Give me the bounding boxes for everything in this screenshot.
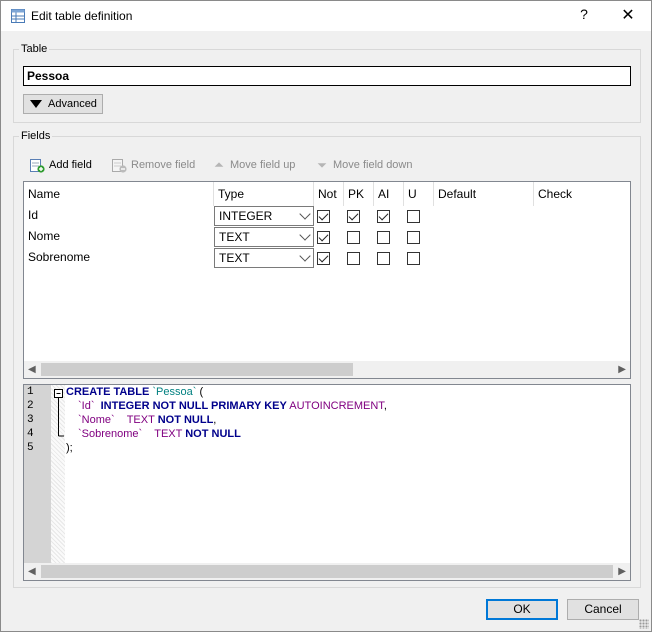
unique-checkbox[interactable]	[407, 231, 420, 244]
chevron-down-icon	[299, 229, 311, 241]
sql-keyword: NOT NULL	[157, 414, 214, 426]
sql-identifier: `Sobrenome`	[78, 428, 143, 440]
sql-text: ,	[213, 414, 217, 426]
help-button[interactable]: ?	[573, 6, 595, 26]
move-field-up-label: Move field up	[230, 159, 296, 171]
field-type-select[interactable]: TEXT	[214, 227, 314, 247]
arrow-down-icon	[317, 163, 327, 168]
table-row[interactable]: Sobrenome TEXT	[24, 247, 630, 268]
pk-checkbox[interactable]	[347, 252, 360, 265]
ok-button[interactable]: OK	[486, 599, 558, 620]
not-null-checkbox[interactable]	[317, 252, 330, 265]
not-null-checkbox[interactable]	[317, 210, 330, 223]
line-number-gutter: 1 2 3 4 5	[24, 385, 51, 563]
line-number: 2	[27, 400, 34, 412]
advanced-button[interactable]: Advanced	[23, 94, 103, 114]
sql-line-2: `Id` INTEGER NOT NULL PRIMARY KEY AUTOIN…	[78, 400, 387, 412]
fields-group-label: Fields	[19, 130, 53, 142]
scroll-left-icon[interactable]: ◀	[28, 364, 36, 375]
add-field-icon	[30, 159, 45, 173]
sql-line-1: CREATE TABLE `Pessoa` (	[66, 386, 203, 398]
window-title: Edit table definition	[31, 9, 133, 23]
column-header-ai[interactable]: AI	[374, 182, 404, 206]
line-number: 5	[27, 442, 34, 454]
field-type-value: TEXT	[219, 230, 250, 244]
remove-field-label: Remove field	[131, 159, 196, 171]
sql-identifier: `Pessoa`	[152, 386, 197, 398]
column-header-u[interactable]: U	[404, 182, 434, 206]
edit-table-dialog: Edit table definition ? ✕ Table Pessoa A…	[0, 0, 652, 632]
unique-checkbox[interactable]	[407, 252, 420, 265]
table-row[interactable]: Nome TEXT	[24, 226, 630, 247]
line-number: 3	[27, 414, 34, 426]
table-group	[13, 49, 641, 123]
fields-grid[interactable]: Name Type Not PK AI U Default Check Id I…	[23, 181, 631, 379]
sql-line-5: );	[66, 442, 73, 454]
column-header-pk[interactable]: PK	[344, 182, 374, 206]
unique-checkbox[interactable]	[407, 210, 420, 223]
field-type-value: TEXT	[219, 251, 250, 265]
pk-checkbox[interactable]	[347, 231, 360, 244]
sql-identifier: `Id`	[78, 400, 95, 412]
scrollbar-thumb[interactable]	[41, 565, 613, 578]
field-type-select[interactable]: INTEGER	[214, 206, 314, 226]
move-field-up-button[interactable]: Move field up	[212, 156, 295, 174]
sql-text: (	[196, 386, 204, 398]
advanced-label: Advanced	[48, 98, 97, 110]
close-button[interactable]: ✕	[615, 5, 641, 27]
column-header-name[interactable]: Name	[24, 182, 214, 206]
sql-keyword: NOT NULL	[185, 428, 241, 440]
title-bar: Edit table definition ? ✕	[1, 1, 651, 31]
sql-type: TEXT	[126, 414, 155, 426]
field-name[interactable]: Id	[28, 208, 38, 222]
ai-checkbox[interactable]	[377, 231, 390, 244]
scroll-left-icon[interactable]: ◀	[28, 566, 36, 577]
scroll-right-icon[interactable]: ▶	[618, 364, 626, 375]
move-field-down-label: Move field down	[333, 159, 413, 171]
field-name[interactable]: Nome	[28, 229, 60, 243]
remove-field-icon	[112, 159, 127, 173]
sql-identifier: `Nome`	[78, 414, 115, 426]
column-header-type[interactable]: Type	[214, 182, 314, 206]
sql-preview-editor[interactable]: 1 2 3 4 5 CREATE TABLE `Pessoa` ( `Id` I…	[23, 384, 631, 581]
field-name[interactable]: Sobrenome	[28, 250, 90, 264]
column-header-default[interactable]: Default	[434, 182, 534, 206]
sql-text: ,	[383, 400, 387, 412]
editor-horizontal-scrollbar[interactable]: ◀ ▶	[24, 563, 630, 580]
pk-checkbox[interactable]	[347, 210, 360, 223]
table-icon	[11, 9, 25, 23]
sql-keyword: INTEGER NOT NULL PRIMARY KEY	[100, 400, 287, 412]
column-header-check[interactable]: Check	[534, 182, 630, 206]
ai-checkbox[interactable]	[377, 252, 390, 265]
not-null-checkbox[interactable]	[317, 231, 330, 244]
add-field-label: Add field	[49, 159, 92, 171]
arrow-up-icon	[214, 162, 224, 167]
triangle-down-icon	[30, 100, 42, 108]
sql-line-4: `Sobrenome` TEXT NOT NULL	[78, 428, 241, 440]
field-type-value: INTEGER	[219, 209, 273, 223]
chevron-down-icon	[299, 250, 311, 262]
sql-keyword: AUTOINCREMENT	[289, 400, 384, 412]
grid-horizontal-scrollbar[interactable]: ◀ ▶	[24, 361, 630, 378]
field-type-select[interactable]: TEXT	[214, 248, 314, 268]
cancel-button[interactable]: Cancel	[567, 599, 639, 620]
sql-line-3: `Nome` TEXT NOT NULL,	[78, 414, 216, 426]
table-row[interactable]: Id INTEGER	[24, 205, 630, 226]
add-field-button[interactable]: Add field	[29, 156, 92, 174]
line-number: 4	[27, 428, 34, 440]
chevron-down-icon	[299, 208, 311, 220]
table-group-label: Table	[19, 43, 50, 55]
fold-minus-icon[interactable]	[53, 388, 65, 440]
table-name-input[interactable]: Pessoa	[23, 66, 631, 86]
line-number: 1	[27, 386, 34, 398]
column-header-not[interactable]: Not	[314, 182, 344, 206]
sql-keyword: CREATE TABLE	[66, 386, 150, 398]
scroll-right-icon[interactable]: ▶	[618, 566, 626, 577]
remove-field-button[interactable]: Remove field	[111, 156, 195, 174]
scrollbar-thumb[interactable]	[41, 363, 353, 376]
sql-type: TEXT	[154, 428, 183, 440]
ai-checkbox[interactable]	[377, 210, 390, 223]
resize-grip-icon[interactable]	[639, 619, 649, 629]
move-field-down-button[interactable]: Move field down	[315, 156, 413, 174]
